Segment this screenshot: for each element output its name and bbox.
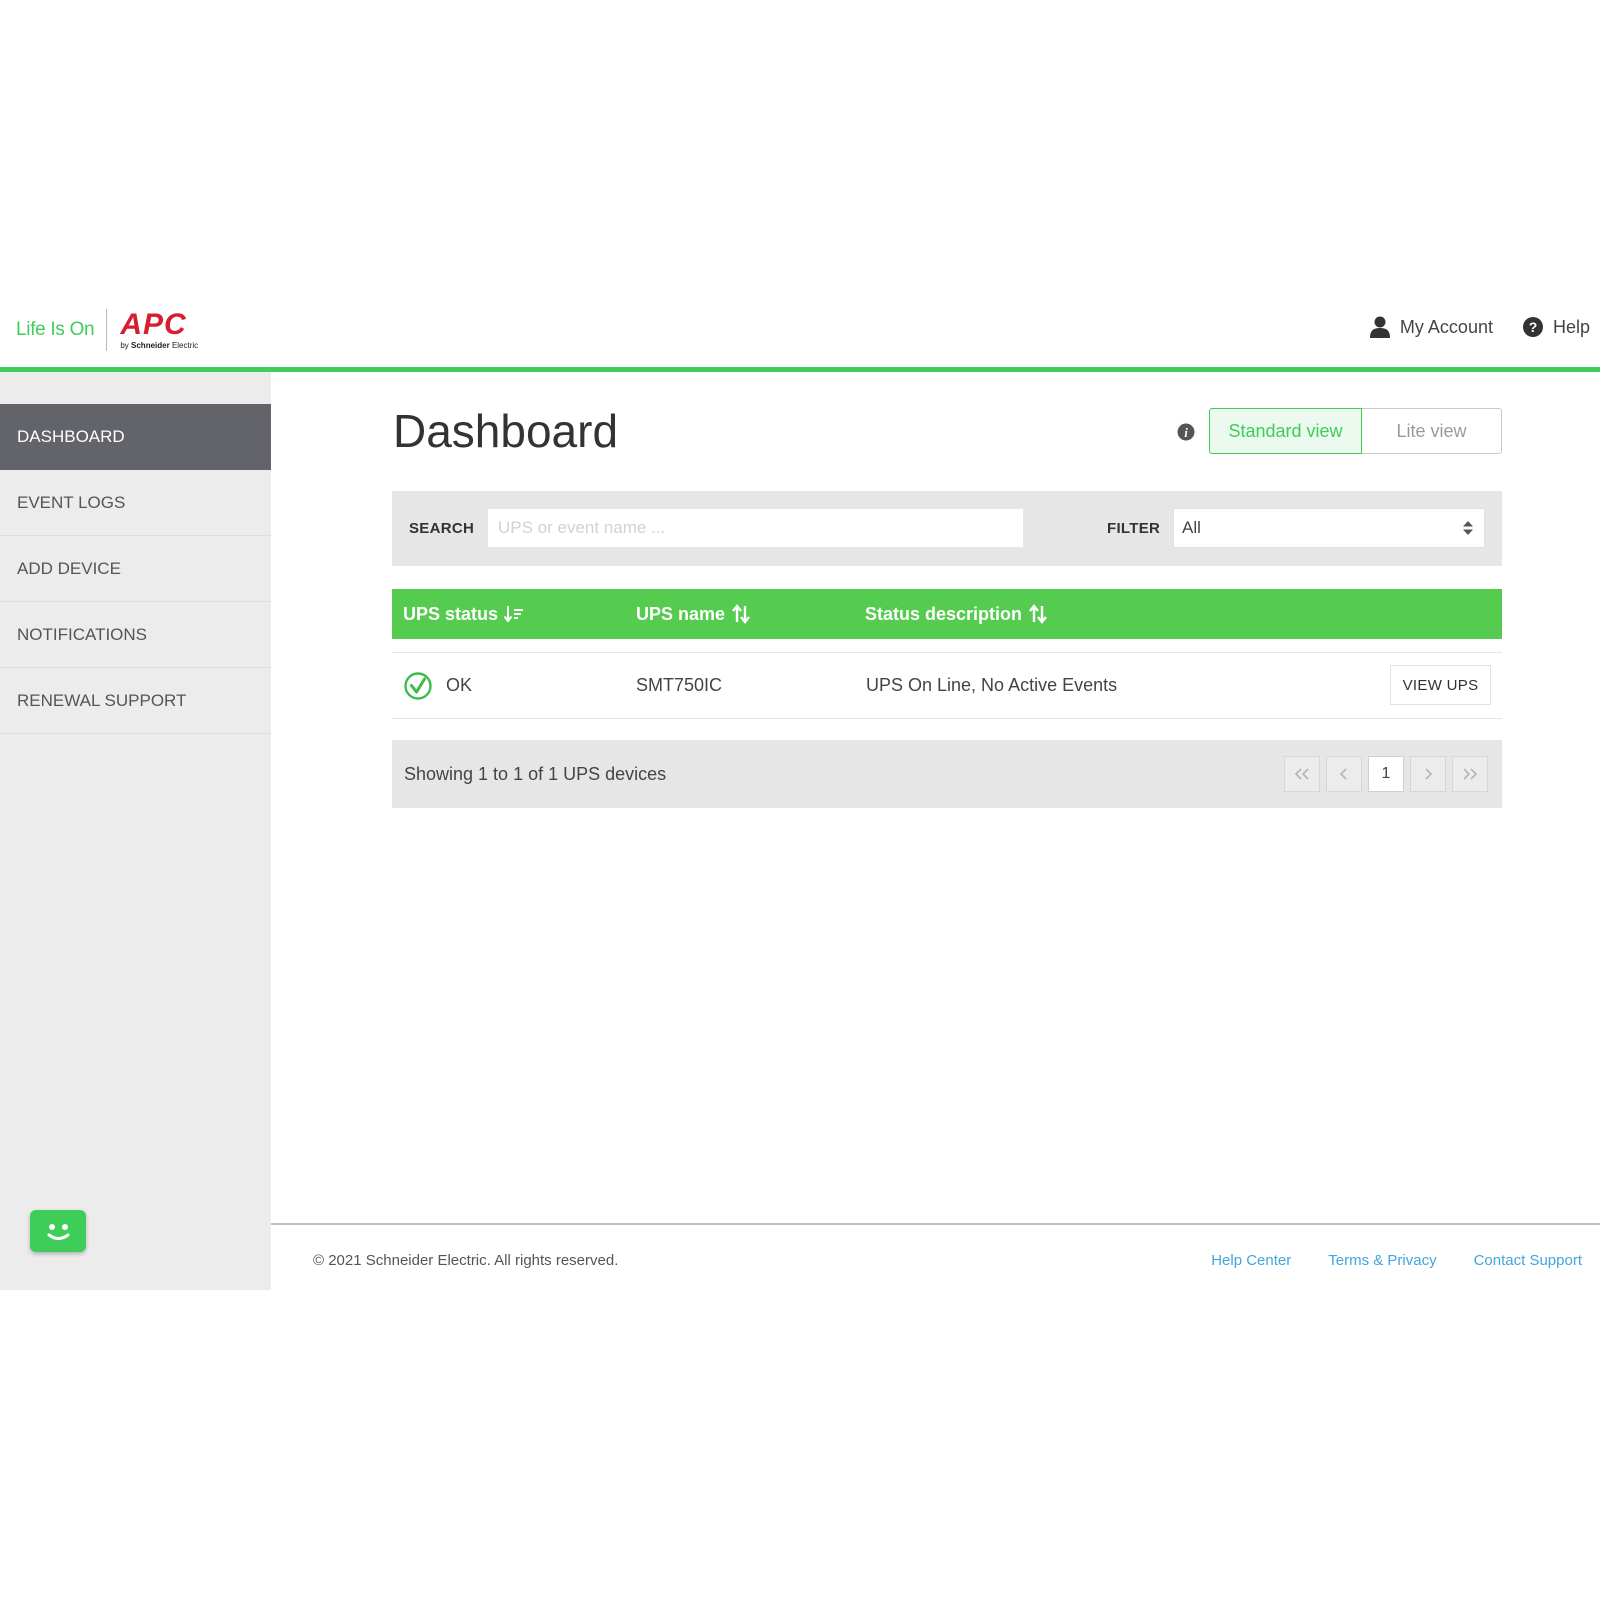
select-arrows-icon — [1463, 521, 1473, 535]
last-page-button[interactable] — [1452, 756, 1488, 792]
page-number-button[interactable]: 1 — [1368, 756, 1404, 792]
table-row[interactable]: OK SMT750IC UPS On Line, No Active Event… — [392, 652, 1502, 719]
sidebar-nav: DASHBOARD EVENT LOGS ADD DEVICE NOTIFICA… — [0, 404, 271, 734]
logo-sub-suffix: Electric — [171, 341, 199, 350]
filter-select[interactable]: All — [1173, 508, 1485, 548]
main-content: Dashboard i Standard view Lite view SEAR… — [271, 372, 1600, 1290]
column-label-status-description: Status description — [865, 603, 1023, 624]
sort-active-icon — [504, 606, 524, 623]
header-actions: My Account ? Help — [1369, 316, 1590, 338]
sidebar-item-event-logs[interactable]: EVENT LOGS — [0, 470, 271, 536]
search-input[interactable] — [488, 509, 1023, 547]
footer-link-terms-privacy[interactable]: Terms & Privacy — [1328, 1252, 1436, 1269]
chevron-left-icon — [1339, 768, 1347, 780]
ups-status-text: OK — [446, 675, 473, 695]
column-label-ups-status: UPS status — [403, 603, 499, 624]
double-chevron-left-icon — [1294, 768, 1309, 780]
brand: Life Is On APC by Schneider Electric — [16, 308, 198, 352]
cell-ups-name: SMT750IC — [636, 675, 723, 695]
cell-status-description: UPS On Line, No Active Events — [866, 675, 1118, 695]
apc-logo: APC by Schneider Electric — [120, 310, 198, 350]
info-icon[interactable]: i — [1177, 423, 1195, 441]
search-filter-bar: SEARCH FILTER All — [392, 491, 1502, 566]
filter-select-value: All — [1182, 518, 1201, 537]
app-window: Life Is On APC by Schneider Electric My … — [0, 298, 1600, 1290]
chevron-right-icon — [1425, 768, 1433, 780]
view-toggle: Standard view Lite view — [1209, 408, 1502, 454]
chat-bot-button[interactable] — [30, 1210, 86, 1252]
my-account-label: My Account — [1399, 316, 1493, 337]
help-link[interactable]: ? Help — [1522, 316, 1590, 338]
pagination-controls: 1 — [1284, 756, 1488, 792]
next-page-button[interactable] — [1410, 756, 1446, 792]
sidebar-item-dashboard[interactable]: DASHBOARD — [0, 404, 271, 470]
my-account-link[interactable]: My Account — [1369, 316, 1493, 338]
pagination-summary: Showing 1 to 1 of 1 UPS devices — [404, 764, 667, 784]
logo-sub-prefix: by — [120, 341, 129, 350]
standard-view-button[interactable]: Standard view — [1209, 408, 1362, 454]
sidebar-item-renewal-support[interactable]: RENEWAL SUPPORT — [0, 668, 271, 734]
logo-sub-brand: Schneider — [131, 341, 170, 350]
double-chevron-right-icon — [1463, 768, 1478, 780]
sidebar-item-add-device[interactable]: ADD DEVICE — [0, 536, 271, 602]
svg-text:i: i — [1184, 425, 1188, 440]
footer-links: Help Center Terms & Privacy Contact Supp… — [1211, 1252, 1582, 1269]
view-ups-button[interactable]: VIEW UPS — [1390, 665, 1491, 705]
sidebar-item-notifications[interactable]: NOTIFICATIONS — [0, 602, 271, 668]
cell-ups-status: OK — [404, 653, 472, 718]
apc-logo-subtitle: by Schneider Electric — [120, 342, 198, 350]
sort-icon — [1029, 604, 1047, 624]
sidebar: DASHBOARD EVENT LOGS ADD DEVICE NOTIFICA… — [0, 372, 271, 1290]
footer-link-contact-support[interactable]: Contact Support — [1474, 1252, 1582, 1269]
footer-divider — [271, 1223, 1600, 1225]
filter-label: FILTER — [1107, 520, 1161, 537]
pagination-bar: Showing 1 to 1 of 1 UPS devices 1 — [392, 740, 1502, 808]
brand-divider — [106, 309, 108, 351]
search-label: SEARCH — [409, 520, 475, 537]
lite-view-button[interactable]: Lite view — [1362, 408, 1502, 454]
page-title: Dashboard — [393, 405, 619, 457]
column-header-ups-name[interactable]: UPS name — [636, 589, 751, 639]
life-is-on-logo: Life Is On — [16, 319, 95, 340]
column-header-status-description[interactable]: Status description — [865, 589, 1048, 639]
svg-text:?: ? — [1529, 319, 1538, 335]
user-icon — [1369, 316, 1390, 338]
footer-link-help-center[interactable]: Help Center — [1211, 1252, 1291, 1269]
previous-page-button[interactable] — [1326, 756, 1362, 792]
top-header: Life Is On APC by Schneider Electric My … — [0, 298, 1600, 372]
first-page-button[interactable] — [1284, 756, 1320, 792]
help-label: Help — [1552, 316, 1590, 337]
table-header: UPS status UPS name Status description — [392, 589, 1502, 639]
help-icon: ? — [1522, 317, 1543, 337]
column-label-ups-name: UPS name — [636, 603, 726, 624]
apc-logo-text: APC — [120, 308, 187, 341]
check-circle-icon — [404, 671, 432, 700]
copyright-text: © 2021 Schneider Electric. All rights re… — [313, 1252, 619, 1269]
chat-bot-icon — [47, 1224, 70, 1240]
sort-icon — [732, 604, 750, 624]
column-header-ups-status[interactable]: UPS status — [403, 589, 524, 639]
